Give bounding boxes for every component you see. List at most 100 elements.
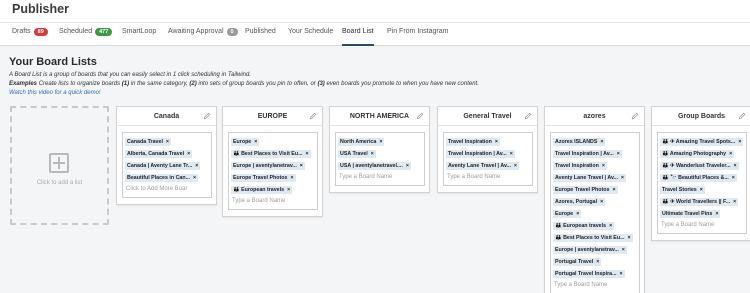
board-tag: USA | aventylanetravel.... × xyxy=(338,162,411,170)
board-tag-box[interactable]: Travel Inspiration × Travel Inspiration | … xyxy=(443,132,533,186)
board-list-name: NORTH AMERICA xyxy=(349,113,410,120)
board-tag-row: Europe × xyxy=(231,135,315,147)
board-list-header: General Travel xyxy=(438,107,537,126)
close-icon[interactable]: × xyxy=(576,211,579,217)
board-name-input[interactable]: Click to Add More Boar xyxy=(125,183,209,195)
close-icon[interactable]: × xyxy=(609,223,612,229)
board-tag-row: 👪 Best Places to Visit Eu... × xyxy=(231,147,315,159)
board-tag-row: 👪 ✈ Amazing Travel Spots... × xyxy=(660,135,744,147)
close-icon[interactable]: × xyxy=(166,139,169,145)
close-icon[interactable]: × xyxy=(187,151,190,157)
board-tag-label: Europe xyxy=(555,211,574,217)
board-name-input[interactable]: Type a Board Name xyxy=(338,171,422,183)
count-badge: 477 xyxy=(95,28,113,36)
board-list-card: Group Boards 👪 ✈ Amazing Travel Spots... ×… xyxy=(651,106,750,241)
board-tag-label: Travel Inspiration | Av... xyxy=(555,151,614,157)
video-demo-link[interactable]: Watch this video for a quick demo! xyxy=(9,90,101,96)
tab-label: SmartLoop xyxy=(122,28,157,35)
board-tag-box[interactable]: Europe × 👪 Best Places to Visit Eu... × Euro… xyxy=(228,132,318,210)
close-icon[interactable]: × xyxy=(733,199,736,205)
close-icon[interactable]: × xyxy=(617,151,620,157)
close-icon[interactable]: × xyxy=(193,175,196,181)
tab-your-schedule[interactable]: Your Schedule xyxy=(288,28,333,46)
board-tag-label: North America xyxy=(340,139,377,145)
board-tag-row: Travel Inspiration × xyxy=(553,159,637,171)
board-tag-row: Europe | aventylanetrav... × xyxy=(231,159,315,171)
close-icon[interactable]: × xyxy=(495,139,498,145)
tab-pin-from-instagram[interactable]: Pin From Instagram xyxy=(387,28,448,46)
board-tag-row: 👪 European travels × xyxy=(553,219,637,231)
board-name-input[interactable]: Type a Board Name xyxy=(446,171,530,183)
pencil-icon[interactable] xyxy=(524,112,532,120)
add-list-button[interactable]: Click to add a list xyxy=(10,106,109,225)
board-tag-row: Travel Stories × xyxy=(660,183,744,195)
close-icon[interactable]: × xyxy=(738,139,741,145)
tab-label: Your Schedule xyxy=(288,28,334,35)
board-tag-label: Travel Inspiration xyxy=(555,163,599,169)
tab-board-list[interactable]: Board List xyxy=(342,28,374,46)
board-tag-row: Alberta, Canada Travel × xyxy=(125,147,209,159)
close-icon[interactable]: × xyxy=(622,247,625,253)
close-icon[interactable]: × xyxy=(732,175,735,181)
board-tag: 👪 Best Places to Visit Eu... × xyxy=(231,150,311,158)
pencil-icon[interactable] xyxy=(309,112,317,120)
plus-icon xyxy=(49,153,69,173)
close-icon[interactable]: × xyxy=(700,187,703,193)
pencil-icon[interactable] xyxy=(416,112,424,120)
close-icon[interactable]: × xyxy=(621,175,624,181)
board-tag-label: Europe | aventylanetrav... xyxy=(233,163,297,169)
board-tag-label: Europe xyxy=(233,139,252,145)
close-icon[interactable]: × xyxy=(729,151,732,157)
board-tag-row: Ultimate Travel Pins × xyxy=(660,207,744,219)
board-tag: Canada Travel × xyxy=(125,138,172,146)
close-icon[interactable]: × xyxy=(734,163,737,169)
board-name-input[interactable]: Type a Board Name xyxy=(660,219,744,231)
board-tag-box[interactable]: 👪 ✈ Amazing Travel Spots... × 👪 Amazing Ph… xyxy=(657,132,747,234)
close-icon[interactable]: × xyxy=(596,259,599,265)
board-tag-label: Aventy Lane Travel | Av... xyxy=(555,175,618,181)
close-icon[interactable]: × xyxy=(195,163,198,169)
tab-drafts[interactable]: Drafts 89 xyxy=(12,28,48,46)
close-icon[interactable]: × xyxy=(406,163,409,169)
board-tag-row: USA | aventylanetravel.... × xyxy=(338,159,422,171)
board-name-input[interactable]: Type a Board Name xyxy=(553,279,637,291)
close-icon[interactable]: × xyxy=(600,199,603,205)
board-tag: 👪 European travels × xyxy=(553,222,615,230)
board-tag-box[interactable]: Canada Travel × Alberta, Canada Travel × Can… xyxy=(122,132,212,198)
close-icon[interactable]: × xyxy=(290,175,293,181)
close-icon[interactable]: × xyxy=(300,163,303,169)
close-icon[interactable]: × xyxy=(306,151,309,157)
tab-awaiting-approval[interactable]: Awaiting Approval 0 xyxy=(168,28,238,46)
close-icon[interactable]: × xyxy=(287,187,290,193)
close-icon[interactable]: × xyxy=(379,139,382,145)
board-tag-box[interactable]: Azores ISLANDS × Travel Inspiration | Av..… xyxy=(550,132,640,293)
close-icon[interactable]: × xyxy=(510,151,513,157)
tab-published[interactable]: Published xyxy=(245,28,276,46)
board-tag-label: Travel Inspiration | Av... xyxy=(448,151,507,157)
pencil-icon[interactable] xyxy=(738,112,746,120)
close-icon[interactable]: × xyxy=(620,271,623,277)
close-icon[interactable]: × xyxy=(514,163,517,169)
board-tag-label: Europe Travel Photos xyxy=(233,175,288,181)
close-icon[interactable]: × xyxy=(254,139,257,145)
close-icon[interactable]: × xyxy=(612,187,615,193)
close-icon[interactable]: × xyxy=(600,139,603,145)
board-tag-row: Canada | Aventy Lane Tr... × xyxy=(125,159,209,171)
close-icon[interactable]: × xyxy=(602,163,605,169)
board-name-input[interactable]: Type a Board Name xyxy=(231,195,315,207)
pencil-icon[interactable] xyxy=(203,112,211,120)
board-tag-row: Europe | aventylanetrav... × xyxy=(553,243,637,255)
board-tag-box[interactable]: North America × USA Travel × USA | aventylan… xyxy=(335,132,425,186)
tab-smartloop[interactable]: SmartLoop xyxy=(122,28,156,46)
board-tag-row: 👪 ✈ World Travellers || F... × xyxy=(660,195,744,207)
description: A Board List is a group of boards that y… xyxy=(9,72,252,78)
examples-text: Examples Create lists to organize boards… xyxy=(9,81,479,87)
board-tag: Travel Inspiration | Av... × xyxy=(446,150,515,158)
board-list-name: General Travel xyxy=(463,113,512,120)
board-list-header: EUROPE xyxy=(223,107,322,126)
close-icon[interactable]: × xyxy=(715,211,718,217)
pencil-icon[interactable] xyxy=(631,112,639,120)
close-icon[interactable]: × xyxy=(371,151,374,157)
close-icon[interactable]: × xyxy=(628,235,631,241)
tab-scheduled[interactable]: Scheduled 477 xyxy=(59,28,113,46)
